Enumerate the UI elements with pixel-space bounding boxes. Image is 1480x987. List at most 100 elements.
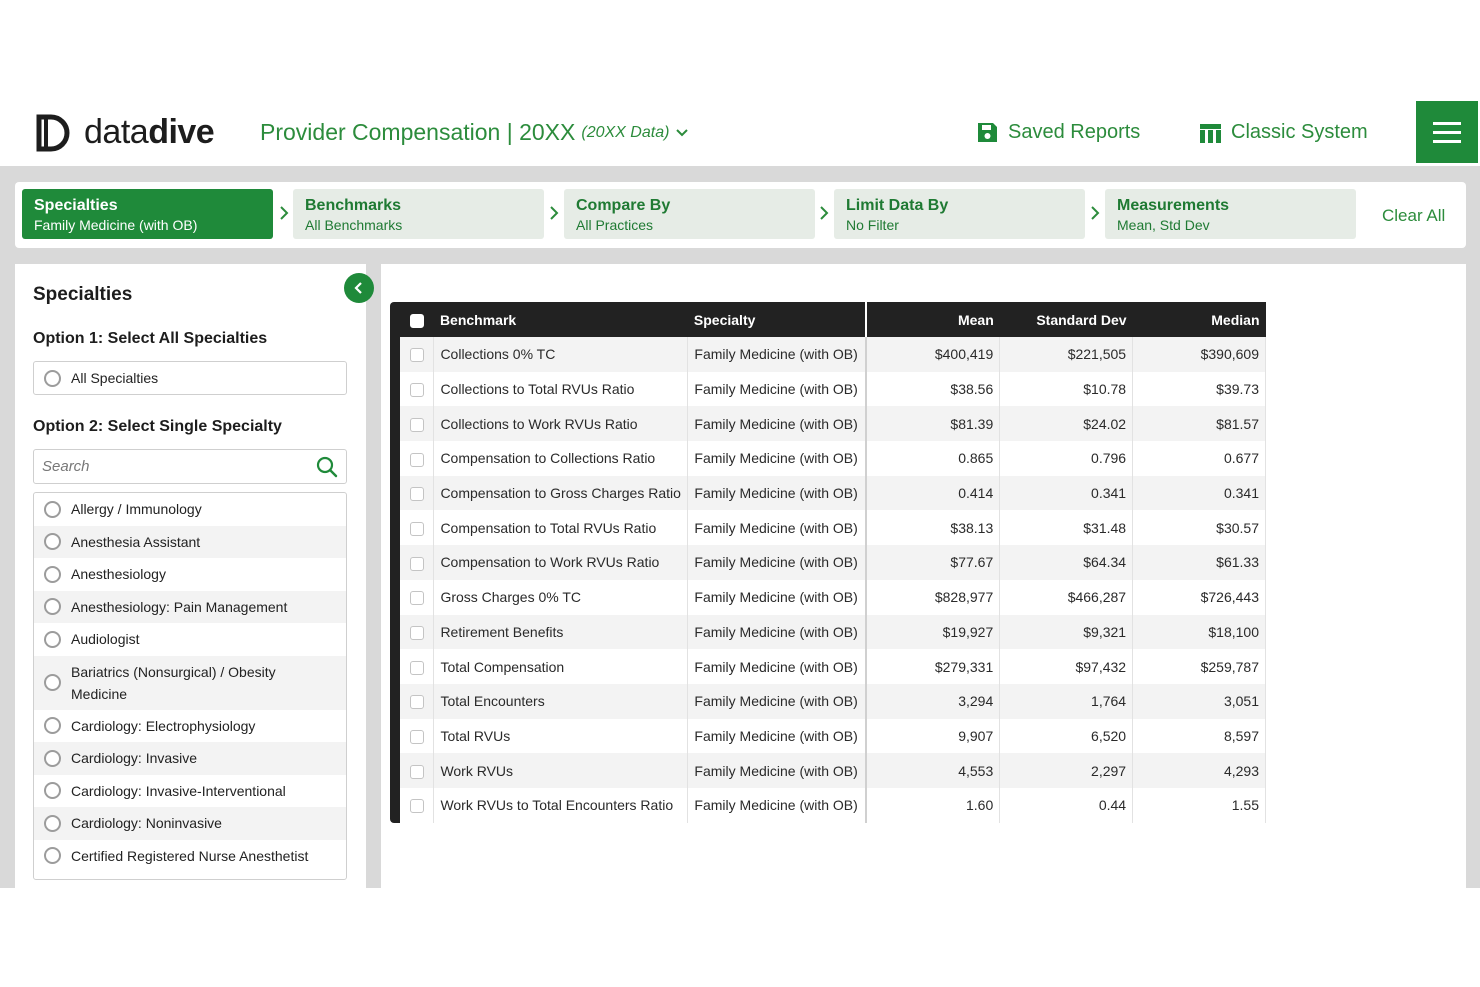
row-checkbox[interactable] bbox=[409, 695, 424, 710]
cell-std-dev: 0.44 bbox=[999, 787, 1134, 823]
row-checkbox[interactable] bbox=[409, 417, 424, 432]
search-icon[interactable] bbox=[316, 456, 338, 478]
radio-button[interactable] bbox=[44, 749, 61, 767]
step-value: All Benchmarks bbox=[305, 217, 403, 233]
step-benchmarks[interactable]: Benchmarks All Benchmarks bbox=[293, 189, 544, 239]
header-mean[interactable]: Mean bbox=[866, 302, 1000, 337]
row-checkbox[interactable] bbox=[409, 730, 424, 745]
chevron-right-icon bbox=[550, 206, 559, 220]
select-all-checkbox[interactable] bbox=[409, 313, 424, 328]
cell-median: $259,787 bbox=[1132, 649, 1266, 684]
table-row[interactable]: Compensation to Gross Charges Ratio Famil… bbox=[400, 475, 1266, 511]
cell-median: 0.677 bbox=[1132, 441, 1266, 476]
step-value: Family Medicine (with OB) bbox=[34, 217, 198, 233]
radio-button[interactable] bbox=[44, 500, 61, 518]
step-specialties[interactable]: Specialties Family Medicine (with OB) bbox=[22, 189, 273, 239]
row-select-cell bbox=[400, 614, 435, 650]
search-input[interactable] bbox=[42, 458, 316, 475]
specialty-label: Bariatrics (Nonsurgical) / Obesity Medic… bbox=[71, 663, 276, 702]
table-row[interactable]: Compensation to Collections Ratio Family … bbox=[400, 441, 1266, 476]
specialty-option[interactable]: Cardiology: Electrophysiology bbox=[34, 710, 346, 743]
cell-specialty: Family Medicine (with OB) bbox=[687, 545, 867, 580]
classic-system-link[interactable]: Classic System bbox=[1200, 121, 1368, 144]
cell-mean: $81.39 bbox=[865, 406, 1001, 442]
step-compare-by[interactable]: Compare By All Practices bbox=[564, 189, 815, 239]
specialty-option[interactable]: Allergy / Immunology bbox=[34, 493, 346, 526]
specialty-option[interactable]: Cardiology: Invasive-Interventional bbox=[34, 775, 346, 808]
row-checkbox[interactable] bbox=[409, 660, 424, 675]
specialty-option[interactable]: Anesthesiology: Pain Management bbox=[34, 590, 346, 623]
cell-specialty: Family Medicine (with OB) bbox=[687, 579, 867, 615]
header-median[interactable]: Median bbox=[1133, 302, 1266, 337]
row-checkbox[interactable] bbox=[409, 452, 424, 467]
header-std-dev[interactable]: Standard Dev bbox=[1000, 302, 1133, 337]
cell-std-dev: $466,287 bbox=[999, 579, 1134, 615]
table-row[interactable]: Total Encounters Family Medicine (with OB… bbox=[400, 683, 1266, 719]
specialty-option[interactable]: Audiologist bbox=[34, 623, 346, 656]
radio-button[interactable] bbox=[44, 565, 61, 583]
table-row[interactable]: Compensation to Total RVUs Ratio Family M… bbox=[400, 510, 1266, 546]
saved-reports-link[interactable]: Saved Reports bbox=[977, 121, 1140, 144]
header-benchmark[interactable]: Benchmark bbox=[434, 302, 688, 337]
row-checkbox[interactable] bbox=[409, 383, 424, 398]
specialty-label: Allergy / Immunology bbox=[71, 501, 202, 518]
specialty-option[interactable]: Anesthesiology bbox=[34, 558, 346, 591]
row-checkbox[interactable] bbox=[409, 764, 424, 779]
logo[interactable]: datadive bbox=[36, 113, 215, 152]
all-specialties-option[interactable]: All Specialties bbox=[33, 361, 347, 395]
radio-button[interactable] bbox=[44, 814, 61, 832]
step-measurements[interactable]: Measurements Mean, Std Dev bbox=[1105, 189, 1356, 239]
table-row[interactable]: Collections to Total RVUs Ratio Family Me… bbox=[400, 371, 1266, 407]
row-select-cell bbox=[400, 683, 435, 719]
radio-button[interactable] bbox=[44, 847, 61, 865]
row-checkbox[interactable] bbox=[409, 487, 424, 502]
product-selector[interactable]: Provider Compensation | 20XX (20XX Data) bbox=[260, 119, 689, 146]
specialty-label: Audiologist bbox=[71, 631, 140, 648]
radio-button[interactable] bbox=[44, 717, 61, 735]
table-row[interactable]: Work RVUs Family Medicine (with OB) 4,553 2… bbox=[400, 753, 1266, 788]
row-checkbox[interactable] bbox=[409, 591, 424, 606]
cell-median: 4,293 bbox=[1132, 753, 1266, 788]
radio-button[interactable] bbox=[44, 674, 61, 691]
table-row[interactable]: Collections 0% TC Family Medicine (with O… bbox=[400, 337, 1266, 372]
cell-std-dev: $9,321 bbox=[999, 614, 1134, 650]
collapse-panel-button[interactable] bbox=[344, 273, 374, 303]
row-select-cell bbox=[400, 406, 435, 442]
specialty-option[interactable]: Certified Registered Nurse Anesthetist bbox=[34, 840, 346, 873]
row-checkbox[interactable] bbox=[409, 625, 424, 640]
table-row[interactable]: Collections to Work RVUs Ratio Family Med… bbox=[400, 406, 1266, 442]
specialty-option[interactable]: Cardiology: Invasive bbox=[34, 742, 346, 775]
specialty-option[interactable]: Cardiology: Noninvasive bbox=[34, 807, 346, 840]
hamburger-menu-button[interactable] bbox=[1416, 101, 1478, 163]
radio-button[interactable] bbox=[44, 782, 61, 800]
radio-button[interactable] bbox=[44, 369, 61, 387]
cell-mean: $77.67 bbox=[865, 545, 1001, 580]
cell-std-dev: $64.34 bbox=[999, 545, 1134, 580]
row-checkbox[interactable] bbox=[409, 348, 424, 363]
specialty-option[interactable]: Anesthesia Assistant bbox=[34, 525, 346, 558]
specialty-option[interactable]: Bariatrics (Nonsurgical) / Obesity Medic… bbox=[34, 655, 346, 710]
table-row[interactable]: Total Compensation Family Medicine (with … bbox=[400, 649, 1266, 684]
table-row[interactable]: Total RVUs Family Medicine (with OB) 9,907… bbox=[400, 718, 1266, 754]
row-checkbox[interactable] bbox=[409, 521, 424, 536]
option2-label: Option 2: Select Single Specialty bbox=[33, 418, 282, 435]
specialty-label: Cardiology: Invasive-Interventional bbox=[71, 782, 286, 799]
radio-button[interactable] bbox=[44, 630, 61, 648]
row-checkbox[interactable] bbox=[409, 556, 424, 571]
table-row[interactable]: Retirement Benefits Family Medicine (with… bbox=[400, 614, 1266, 650]
table-row[interactable]: Gross Charges 0% TC Family Medicine (with… bbox=[400, 579, 1266, 615]
radio-button[interactable] bbox=[44, 598, 61, 616]
app-window: datadive Provider Compensation | 20XX (2… bbox=[0, 101, 1480, 888]
cell-std-dev: 2,297 bbox=[999, 753, 1134, 788]
row-select-cell bbox=[400, 371, 435, 407]
radio-button[interactable] bbox=[44, 533, 61, 551]
results-panel: Benchmark Specialty Mean Standard Dev Me… bbox=[381, 264, 1466, 888]
specialty-label: Anesthesiology: Pain Management bbox=[71, 598, 288, 615]
table-row[interactable]: Compensation to Work RVUs Ratio Family Me… bbox=[400, 545, 1266, 580]
header-specialty[interactable]: Specialty bbox=[687, 302, 867, 337]
step-limit-data-by[interactable]: Limit Data By No Filter bbox=[834, 189, 1085, 239]
table-row[interactable]: Work RVUs to Total Encounters Ratio Famil… bbox=[400, 787, 1266, 823]
row-checkbox[interactable] bbox=[409, 799, 424, 814]
table-icon bbox=[1200, 123, 1221, 143]
clear-all-button[interactable]: Clear All bbox=[1382, 206, 1445, 226]
